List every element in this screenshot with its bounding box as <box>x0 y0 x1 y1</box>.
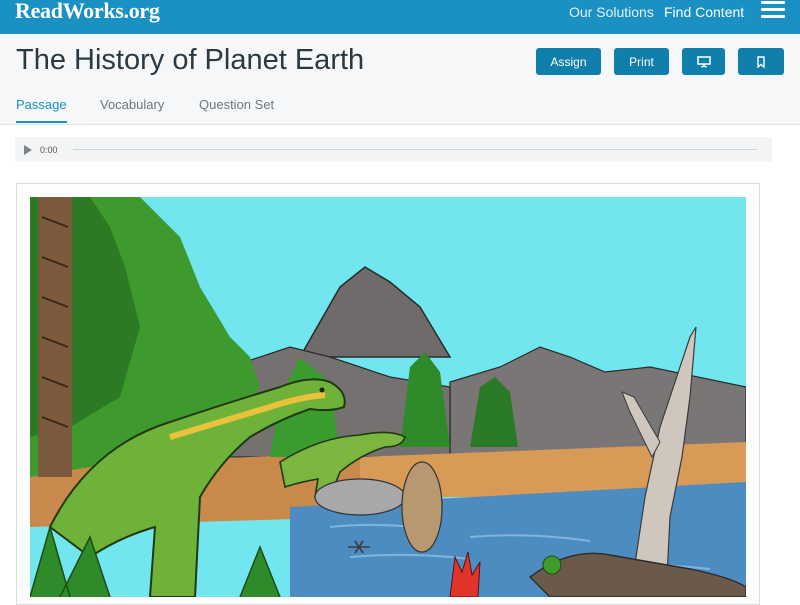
tab-question-set[interactable]: Question Set <box>199 97 274 113</box>
bookmark-button[interactable] <box>738 48 784 75</box>
prehistoric-scene-illustration <box>30 197 746 597</box>
hamburger-menu-icon[interactable] <box>761 1 785 21</box>
play-icon[interactable] <box>24 145 32 155</box>
tab-passage[interactable]: Passage <box>16 97 67 113</box>
display-button[interactable] <box>682 48 725 75</box>
audio-time: 0:00 <box>40 145 58 155</box>
bookmark-icon <box>757 55 765 68</box>
assign-button[interactable]: Assign <box>536 48 601 75</box>
audio-player: 0:00 <box>15 137 772 162</box>
active-tab-indicator <box>16 121 67 123</box>
nav-our-solutions[interactable]: Our Solutions <box>569 4 654 20</box>
nav-find-content[interactable]: Find Content <box>664 4 744 20</box>
tab-vocabulary[interactable]: Vocabulary <box>100 97 164 113</box>
passage-header: The History of Planet Earth Assign Print… <box>0 34 800 125</box>
print-button[interactable]: Print <box>614 48 669 75</box>
page-title: The History of Planet Earth <box>16 44 365 76</box>
audio-progress-track[interactable] <box>73 149 757 150</box>
monitor-icon <box>696 55 711 67</box>
top-navigation-bar: ReadWorks.org Our Solutions Find Content <box>0 0 800 34</box>
readworks-logo[interactable]: ReadWorks.org <box>15 0 160 22</box>
passage-illustration-frame <box>16 183 760 605</box>
